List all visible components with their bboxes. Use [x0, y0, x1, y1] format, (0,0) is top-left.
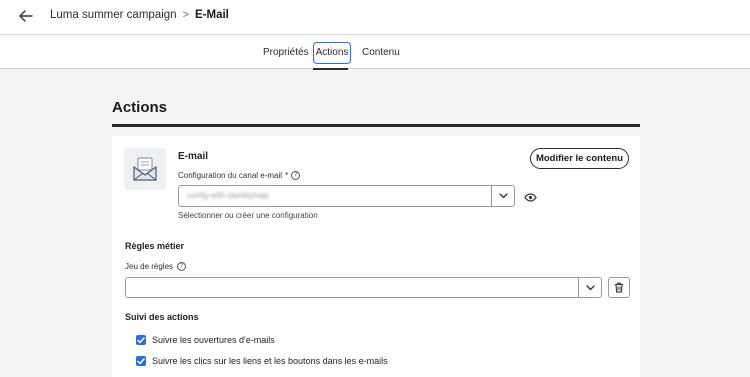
email-label: E-mail — [178, 151, 209, 162]
track-clicks-checkbox[interactable]: Suivre les clics sur les liens et les bo… — [136, 356, 388, 366]
config-select[interactable]: config-with-identitymap — [178, 185, 515, 207]
breadcrumb-parent[interactable]: Luma summer campaign — [50, 9, 177, 21]
arrow-left-icon — [19, 10, 33, 22]
track-clicks-label: Suivre les clics sur les liens et les bo… — [152, 356, 388, 366]
ruleset-label-row: Jeu de règles ? — [125, 262, 187, 271]
config-label-row: Configuration du canal e-mail * ? — [178, 171, 301, 180]
delete-ruleset-button[interactable] — [608, 277, 630, 298]
page-title: E-Mail — [195, 9, 229, 21]
help-icon[interactable]: ? — [291, 171, 301, 180]
checkbox-checked[interactable] — [136, 335, 146, 345]
checkmark-icon — [137, 357, 145, 364]
chevron-down-icon — [498, 193, 508, 199]
breadcrumb: Luma summer campaign > E-Mail — [50, 9, 229, 21]
breadcrumb-separator: > — [182, 9, 189, 21]
top-bar: Luma summer campaign > E-Mail — [0, 0, 750, 34]
chevron-down-icon — [585, 284, 595, 290]
config-label: Configuration du canal e-mail — [178, 171, 283, 180]
track-opens-label: Suivre les ouvertures d'e-mails — [152, 335, 275, 345]
active-tab-indicator — [313, 68, 348, 70]
tab-properties[interactable]: Propriétés — [263, 42, 309, 64]
trash-icon — [615, 282, 623, 293]
config-hint: Sélectionner ou créer une configuration — [178, 211, 318, 220]
email-channel-tile — [124, 148, 166, 190]
ruleset-select[interactable] — [125, 277, 602, 298]
tab-content[interactable]: Contenu — [362, 42, 400, 64]
section-divider — [112, 124, 640, 127]
eye-icon — [523, 192, 537, 202]
ruleset-dropdown-button[interactable] — [579, 278, 601, 297]
tracking-heading: Suivi des actions — [125, 312, 199, 322]
track-opens-checkbox[interactable]: Suivre les ouvertures d'e-mails — [136, 335, 275, 345]
section-title: Actions — [112, 99, 168, 116]
checkmark-icon — [137, 336, 145, 343]
config-value: config-with-identitymap — [187, 191, 269, 200]
modify-content-button[interactable]: Modifier le contenu — [530, 148, 629, 169]
ruleset-label: Jeu de règles — [125, 262, 174, 271]
business-rules-heading: Règles métier — [125, 241, 185, 251]
config-dropdown-button[interactable] — [492, 186, 514, 206]
help-icon[interactable]: ? — [177, 262, 187, 271]
tab-actions[interactable]: Actions — [313, 42, 351, 64]
tab-bar: Propriétés Actions Contenu — [0, 34, 750, 70]
back-button[interactable] — [14, 5, 38, 27]
preview-config-button[interactable] — [523, 191, 537, 203]
checkbox-checked[interactable] — [136, 356, 146, 366]
envelope-icon — [133, 157, 157, 181]
required-mark: * — [285, 171, 289, 180]
